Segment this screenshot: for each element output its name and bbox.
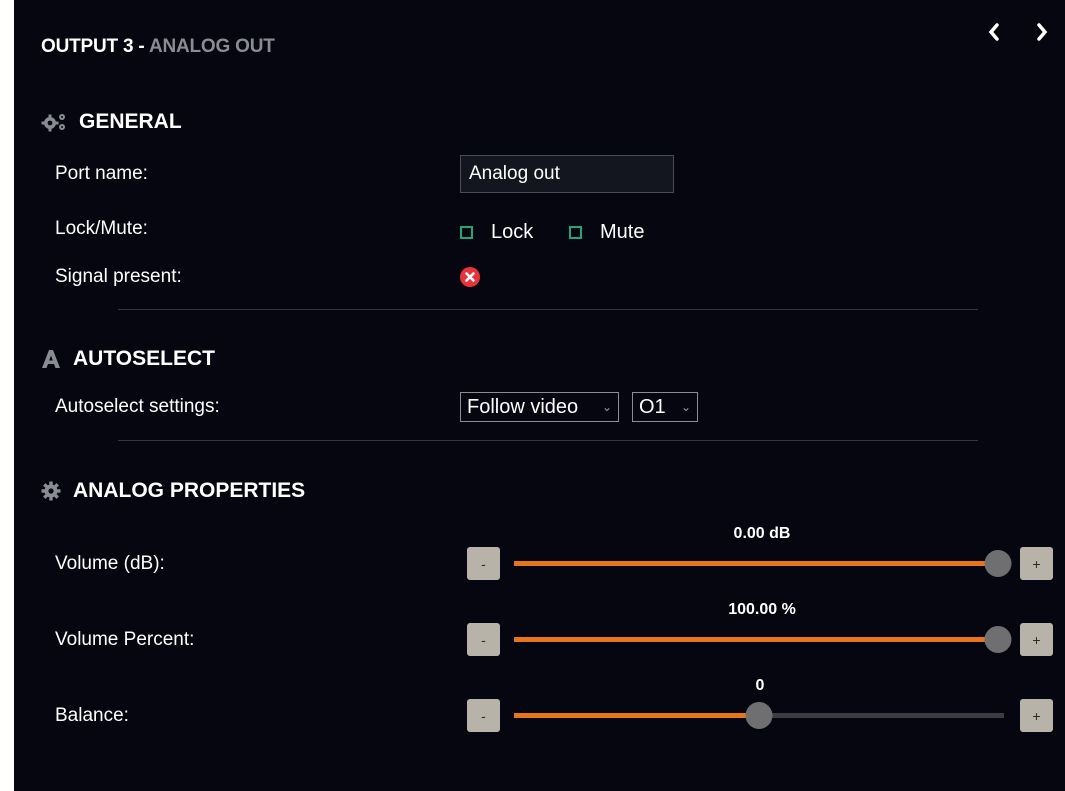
divider-1: [118, 309, 978, 310]
gears-icon: [41, 111, 67, 133]
chevron-right-icon: [1037, 23, 1048, 41]
error-x-icon: [460, 267, 480, 287]
mute-checkbox-box[interactable]: [569, 226, 582, 239]
lock-checkbox-box[interactable]: [460, 226, 473, 239]
letter-a-icon: [41, 348, 61, 370]
mute-checkbox-label: Mute: [600, 221, 645, 243]
balance-slider-fill: [514, 713, 759, 718]
signal-present-label: Signal present:: [55, 266, 182, 287]
lock-checkbox[interactable]: Lock: [460, 221, 533, 244]
lock-checkbox-label: Lock: [491, 221, 534, 243]
section-autoselect-title: AUTOSELECT: [73, 347, 215, 370]
title-main: OUTPUT 3 -: [41, 36, 149, 57]
chevron-down-icon: ⌄: [601, 400, 612, 414]
balance-minus-button[interactable]: -: [467, 699, 500, 732]
next-button[interactable]: [1035, 22, 1055, 42]
volume-db-slider-fill: [514, 561, 998, 566]
balance-label: Balance:: [55, 705, 129, 726]
output-panel: OUTPUT 3 - ANALOG OUT GENERAL Port name:…: [14, 0, 1065, 791]
section-general: GENERAL: [41, 110, 182, 134]
chevron-left-icon: [988, 23, 999, 41]
autoselect-mode-value: Follow video: [467, 395, 579, 418]
volume-percent-plus-button[interactable]: +: [1020, 623, 1053, 656]
volume-percent-label: Volume Percent:: [55, 629, 195, 650]
volume-db-slider[interactable]: [514, 550, 1012, 577]
section-analog-properties: ANALOG PROPERTIES: [41, 479, 305, 503]
volume-db-value: 0.00 dB: [733, 525, 791, 542]
volume-db-minus-button[interactable]: -: [467, 547, 500, 580]
gear-icon: [41, 480, 61, 502]
mute-checkbox[interactable]: Mute: [569, 221, 644, 244]
section-autoselect: AUTOSELECT: [41, 347, 215, 371]
balance-plus-button[interactable]: +: [1020, 699, 1053, 732]
volume-percent-slider-handle[interactable]: [984, 626, 1012, 653]
balance-value: 0: [755, 677, 765, 694]
balance-slider[interactable]: [514, 702, 1004, 729]
autoselect-settings-label: Autoselect settings:: [55, 396, 220, 417]
volume-db-label: Volume (dB):: [55, 553, 165, 574]
section-analog-properties-title: ANALOG PROPERTIES: [73, 479, 306, 502]
autoselect-port-select[interactable]: O1 ⌄: [632, 392, 698, 422]
lock-mute-label: Lock/Mute:: [55, 218, 148, 239]
autoselect-mode-select[interactable]: Follow video ⌄: [460, 392, 619, 422]
port-name-label: Port name:: [55, 163, 148, 184]
page-title: OUTPUT 3 - ANALOG OUT: [41, 36, 275, 58]
divider-2: [118, 440, 978, 441]
volume-percent-slider-fill: [514, 637, 998, 642]
volume-percent-slider[interactable]: [514, 626, 1012, 653]
port-name-input[interactable]: [460, 155, 674, 193]
autoselect-port-value: O1: [639, 395, 666, 418]
volume-db-plus-button[interactable]: +: [1020, 547, 1053, 580]
chevron-down-icon: ⌄: [680, 400, 691, 414]
prev-button[interactable]: [987, 22, 1007, 42]
section-general-title: GENERAL: [79, 110, 182, 133]
volume-percent-value: 100.00 %: [728, 601, 796, 618]
balance-slider-handle[interactable]: [745, 702, 773, 729]
title-sub: ANALOG OUT: [148, 36, 275, 57]
volume-percent-minus-button[interactable]: -: [467, 623, 500, 656]
volume-db-slider-handle[interactable]: [984, 550, 1012, 577]
